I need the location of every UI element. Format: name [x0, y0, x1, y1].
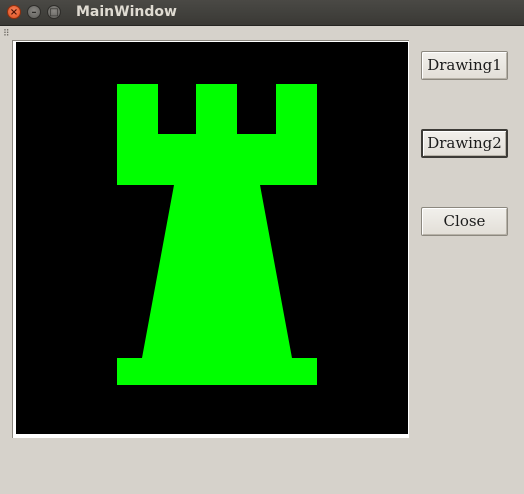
maximize-window-icon[interactable]: □	[47, 5, 61, 19]
title-bar: × – □ MainWindow	[0, 0, 524, 26]
minimize-window-icon[interactable]: –	[27, 5, 41, 19]
drawing2-button[interactable]: Drawing2	[421, 129, 508, 158]
drawing1-button[interactable]: Drawing1	[421, 51, 508, 80]
rook-shape	[117, 84, 317, 385]
rook-icon	[117, 84, 317, 385]
close-button[interactable]: Close	[421, 207, 508, 236]
toolbar-grip-icon[interactable]: ⠿	[3, 29, 10, 39]
drawing-canvas	[16, 42, 408, 434]
window-title: MainWindow	[76, 4, 177, 20]
close-window-icon[interactable]: ×	[7, 5, 21, 19]
